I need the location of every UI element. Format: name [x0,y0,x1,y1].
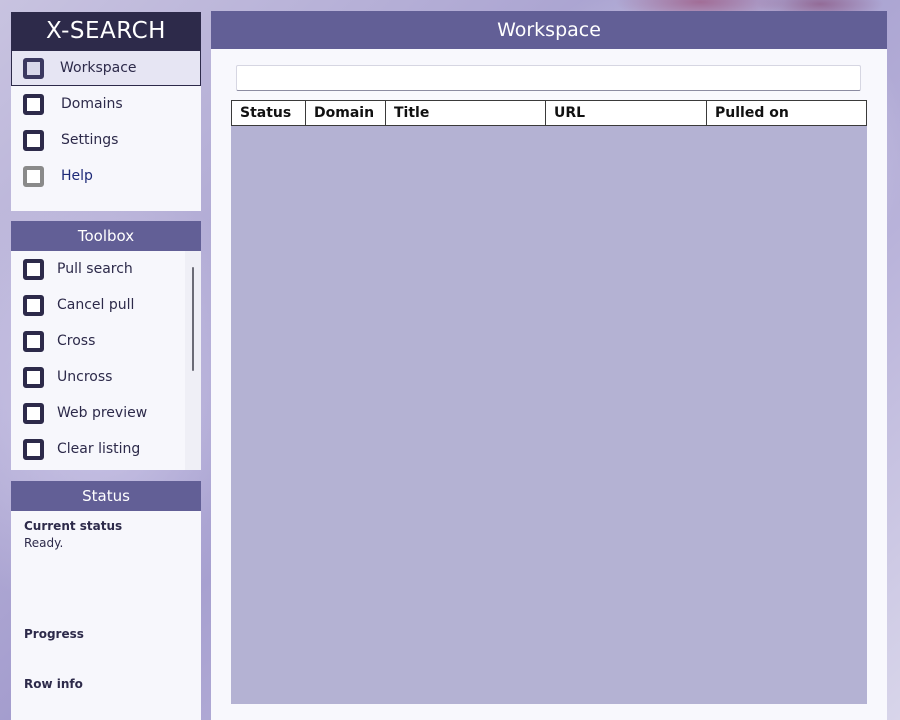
toolbox-scrollbar-thumb[interactable] [192,267,194,371]
web-preview-icon [23,402,44,424]
pull-search-icon [23,258,44,280]
current-status-value: Ready. [24,536,64,550]
tool-label: Clear listing [57,441,141,457]
app-title: X-SEARCH [11,12,201,50]
cancel-pull-button[interactable]: Cancel pull [11,287,201,323]
search-input[interactable] [236,65,861,91]
progress-label: Progress [24,627,84,641]
column-header-url[interactable]: URL [546,101,707,125]
nav-panel: X-SEARCH Workspace Domains Settings Help [11,12,201,211]
web-preview-button[interactable]: Web preview [11,395,201,431]
workspace-title: Workspace [211,11,887,49]
tool-label: Cross [57,333,96,349]
status-panel: Status Current status Ready. Progress Ro… [11,481,201,720]
nav-item-domains[interactable]: Domains [11,86,201,122]
current-status-label: Current status [24,519,123,533]
uncross-button[interactable]: Uncross [11,359,201,395]
nav-item-label: Domains [61,96,123,112]
tool-label: Web preview [57,405,148,421]
tool-label: Pull search [57,261,133,277]
nav-item-label: Help [61,168,93,184]
status-title: Status [11,481,201,511]
help-icon [23,165,44,187]
row-info-label: Row info [24,677,83,691]
nav-item-workspace[interactable]: Workspace [11,50,201,86]
results-table[interactable]: Status Domain Title URL Pulled on [231,100,867,704]
nav-item-label: Settings [61,132,119,148]
toolbox-list: Pull search Cancel pull Cross Uncross We… [11,251,201,470]
workspace-panel: Workspace Status Domain Title URL Pulled… [211,11,887,720]
nav-item-settings[interactable]: Settings [11,122,201,158]
column-header-status[interactable]: Status [232,101,306,125]
cancel-pull-icon [23,294,44,316]
settings-icon [23,129,44,151]
toolbox-scrollbar[interactable] [185,251,201,470]
uncross-icon [23,366,44,388]
nav-item-help[interactable]: Help [11,158,201,194]
cross-icon [23,330,44,352]
tool-label: Cancel pull [57,297,135,313]
workspace-icon [23,57,44,79]
pull-search-button[interactable]: Pull search [11,251,201,287]
column-header-title[interactable]: Title [386,101,546,125]
toolbox-title: Toolbox [11,221,201,251]
toolbox-panel: Toolbox Pull search Cancel pull Cross Un… [11,221,201,470]
cross-button[interactable]: Cross [11,323,201,359]
nav-item-label: Workspace [60,60,137,76]
tool-label: Uncross [57,369,113,385]
column-header-domain[interactable]: Domain [306,101,386,125]
clear-listing-button[interactable]: Clear listing [11,431,201,467]
clear-listing-icon [23,438,44,460]
column-header-pulled-on[interactable]: Pulled on [707,101,866,125]
status-body: Current status Ready. Progress Row info [11,511,201,720]
domains-icon [23,93,44,115]
table-header: Status Domain Title URL Pulled on [231,100,867,126]
